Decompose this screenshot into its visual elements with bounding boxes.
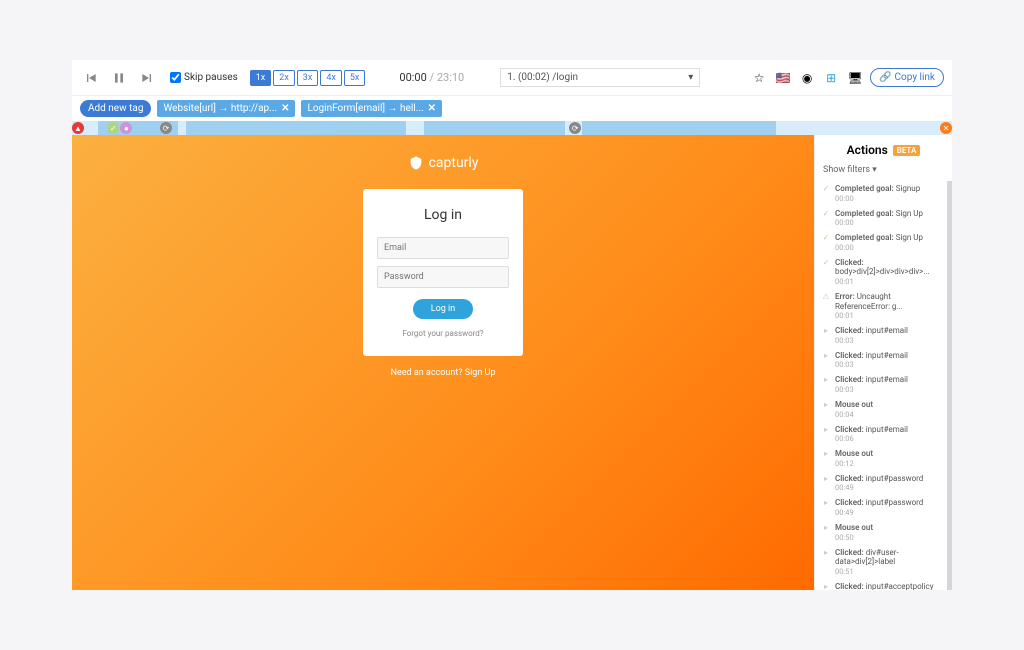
play-icon: ▸ <box>821 582 831 590</box>
desktop-icon[interactable]: 🖥 <box>846 69 864 87</box>
tag-row: Add new tag Website[url] → http://ap... … <box>72 96 952 121</box>
brand-logo: capturly <box>408 155 479 171</box>
play-icon: ▸ <box>821 548 831 576</box>
sidebar-title: Actions <box>847 143 888 157</box>
speed-4x[interactable]: 4x <box>320 70 342 86</box>
check-icon: ✓ <box>821 233 831 252</box>
play-icon: ▸ <box>821 351 831 370</box>
action-item[interactable]: ✓Completed goal: Sign Up00:00 <box>817 230 952 255</box>
speed-1x[interactable]: 1x <box>250 70 272 86</box>
signup-link[interactable]: Need an account? Sign Up <box>391 368 496 378</box>
refresh-icon: ⟳ <box>569 122 581 134</box>
action-item[interactable]: ▸Mouse out 00:04 <box>817 397 952 422</box>
play-icon: ▸ <box>821 449 831 468</box>
check-icon: ✓ <box>821 184 831 203</box>
action-item[interactable]: ▸Clicked: input#email00:03 <box>817 348 952 373</box>
speed-5x[interactable]: 5x <box>344 70 366 86</box>
actions-sidebar: Actions BETA Show filters ▾ ✓Completed g… <box>814 135 952 590</box>
time-total: 23:10 <box>437 71 464 84</box>
skip-back-button[interactable] <box>80 67 102 89</box>
tag-item[interactable]: Website[url] → http://ap... ✕ <box>157 100 295 117</box>
playback-time: 00:00 / 23:10 <box>399 71 464 84</box>
windows-icon[interactable]: ⊞ <box>822 69 840 87</box>
action-item[interactable]: ▸Clicked: input#email00:03 <box>817 323 952 348</box>
speed-2x[interactable]: 2x <box>273 70 295 86</box>
tag-item[interactable]: LoginForm[email] → hell... ✕ <box>301 100 442 117</box>
action-item[interactable]: ▸Clicked: input#password00:49 <box>817 495 952 520</box>
action-item[interactable]: ▸Mouse out 00:50 <box>817 520 952 545</box>
copy-link-label: Copy link <box>895 72 935 83</box>
session-viewport: capturly Log in Log in Forgot your passw… <box>72 135 814 590</box>
refresh-icon: ⟳ <box>160 122 172 134</box>
password-field[interactable] <box>377 266 509 288</box>
star-icon[interactable]: ☆ <box>750 69 768 87</box>
email-field[interactable] <box>377 237 509 259</box>
play-icon: ▸ <box>821 326 831 345</box>
timeline[interactable]: ▲ ✓ ● ⟳ ⟳ ✕ <box>72 121 952 135</box>
sidebar-header: Actions BETA <box>815 135 952 165</box>
scrollbar[interactable] <box>947 181 952 590</box>
add-tag-button[interactable]: Add new tag <box>80 100 151 117</box>
play-icon: ▸ <box>821 498 831 517</box>
check-icon: ✓ <box>821 209 831 228</box>
action-item[interactable]: ✓Clicked: body>div[2]>div>div>div>...00:… <box>817 255 952 289</box>
tag-label: LoginForm[email] → hell... <box>307 103 423 114</box>
login-button[interactable]: Log in <box>413 299 473 319</box>
play-icon: ▸ <box>821 375 831 394</box>
skip-pauses-checkbox[interactable] <box>170 72 181 83</box>
chevron-down-icon: ▾ <box>688 72 693 83</box>
brand-name: capturly <box>429 155 479 171</box>
actions-list[interactable]: ✓Completed goal: Signup00:00✓Completed g… <box>815 181 952 590</box>
dropdown-value: 1. (00:02) /login <box>507 72 578 83</box>
forgot-password-link[interactable]: Forgot your password? <box>402 329 483 338</box>
speed-group: 1x2x3x4x5x <box>250 70 366 86</box>
pause-button[interactable] <box>108 67 130 89</box>
login-title: Log in <box>424 207 462 223</box>
login-card: Log in Log in Forgot your password? <box>363 189 523 356</box>
tag-label: Website[url] → http://ap... <box>163 103 277 114</box>
skip-pauses-toggle[interactable]: Skip pauses <box>170 72 238 83</box>
check-icon: ✓ <box>821 258 831 286</box>
close-icon[interactable]: ✕ <box>281 103 289 114</box>
action-item[interactable]: ▸Clicked: div#user-data>div[2]>label00:5… <box>817 545 952 579</box>
action-item[interactable]: ▸Clicked: input#email00:03 <box>817 372 952 397</box>
action-item[interactable]: ✓Completed goal: Sign Up00:00 <box>817 206 952 231</box>
page-dropdown[interactable]: 1. (00:02) /login ▾ <box>500 68 700 87</box>
time-current: 00:00 <box>399 71 426 84</box>
action-item[interactable]: ⚠Error: Uncaught ReferenceError: g...00:… <box>817 289 952 323</box>
action-item[interactable]: ▸Mouse out 00:12 <box>817 446 952 471</box>
action-item[interactable]: ▸Clicked: input#password00:49 <box>817 471 952 496</box>
speed-3x[interactable]: 3x <box>297 70 319 86</box>
flag-icon[interactable]: 🇺🇸 <box>774 69 792 87</box>
copy-link-button[interactable]: 🔗 Copy link <box>870 68 944 87</box>
play-icon: ▸ <box>821 425 831 444</box>
action-item[interactable]: ▸Clicked: input#email00:06 <box>817 422 952 447</box>
play-icon: ▸ <box>821 523 831 542</box>
action-item[interactable]: ✓Completed goal: Signup00:00 <box>817 181 952 206</box>
warning-icon: ▲ <box>72 122 84 134</box>
end-icon: ✕ <box>940 122 952 134</box>
playback-toolbar: Skip pauses 1x2x3x4x5x 00:00 / 23:10 1. … <box>72 60 952 96</box>
play-icon: ▸ <box>821 400 831 419</box>
beta-badge: BETA <box>893 145 921 156</box>
close-icon[interactable]: ✕ <box>428 103 436 114</box>
show-filters-toggle[interactable]: Show filters ▾ <box>815 165 952 181</box>
chrome-icon[interactable]: ◉ <box>798 69 816 87</box>
play-icon: ▸ <box>821 474 831 493</box>
link-icon: 🔗 <box>879 72 891 83</box>
skip-pauses-label: Skip pauses <box>184 72 238 83</box>
warn-icon: ⚠ <box>821 292 831 320</box>
skip-forward-button[interactable] <box>136 67 158 89</box>
action-item[interactable]: ▸Clicked: input#acceptpolicy00:51 <box>817 579 952 590</box>
